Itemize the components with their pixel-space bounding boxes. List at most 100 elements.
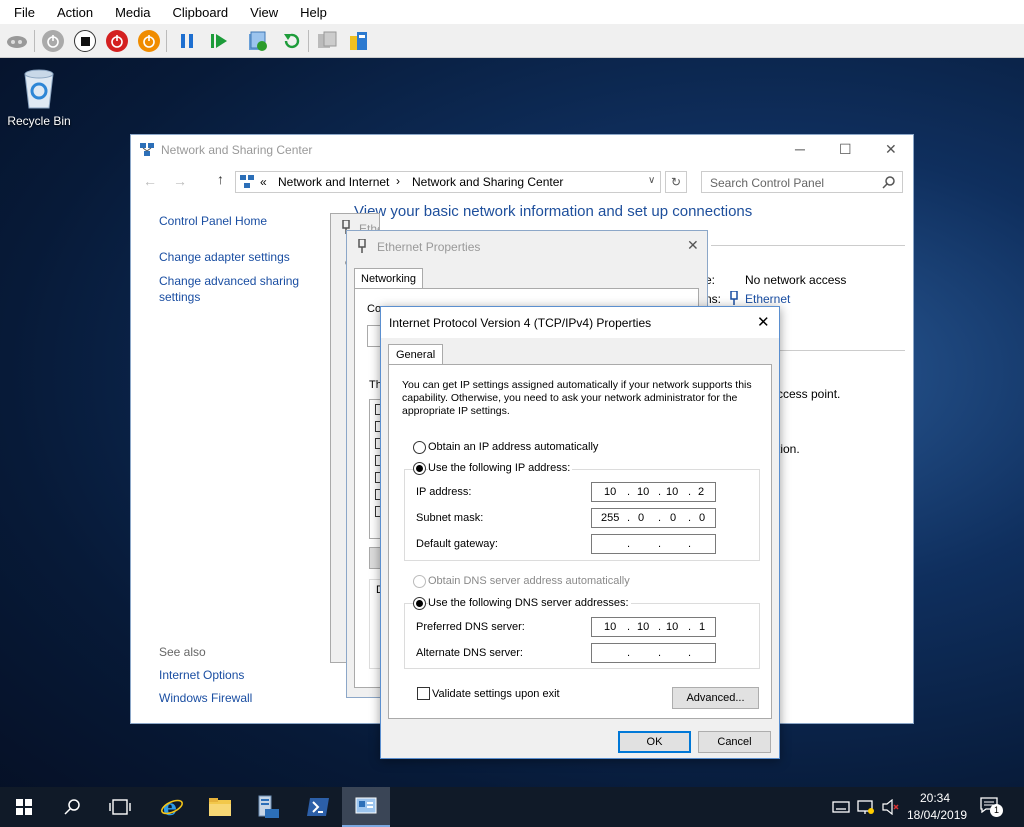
menu-view[interactable]: View <box>242 5 286 20</box>
troubleshoot-text-fragment: tion. <box>777 442 800 456</box>
internet-explorer-button[interactable]: e <box>148 787 196 827</box>
control-panel-icon <box>240 175 254 188</box>
start-vm-icon[interactable] <box>40 28 66 54</box>
recycle-bin-icon <box>24 69 54 109</box>
tab-networking[interactable]: Networking <box>354 268 424 289</box>
refresh-icon[interactable]: ↻ <box>665 171 687 193</box>
host-menubar: File Action Media Clipboard View Help <box>0 0 1024 24</box>
search-icon <box>882 176 895 189</box>
task-view-button[interactable] <box>96 787 144 827</box>
save-state-icon[interactable] <box>136 28 162 54</box>
powershell-button[interactable] <box>294 787 342 827</box>
alternate-dns-field[interactable]: ... <box>591 643 716 663</box>
internet-explorer-icon: e <box>161 795 183 819</box>
action-center-button[interactable]: 1 <box>980 797 1003 817</box>
volume-muted-icon[interactable] <box>882 799 900 815</box>
control-panel-home-link[interactable]: Control Panel Home <box>159 214 267 228</box>
ok-button[interactable]: OK <box>618 731 691 753</box>
change-adapter-settings-link[interactable]: Change adapter settings <box>159 250 290 264</box>
close-button[interactable]: ✕ <box>757 313 770 331</box>
breadcrumb-nsc[interactable]: Network and Sharing Center <box>412 175 563 189</box>
file-explorer-button[interactable] <box>196 787 244 827</box>
menu-clipboard[interactable]: Clipboard <box>165 5 237 20</box>
obtain-dns-auto-label: Obtain DNS server address automatically <box>428 575 630 587</box>
folder-icon <box>209 798 231 816</box>
ipv4-properties-dialog: Internet Protocol Version 4 (TCP/IPv4) P… <box>380 306 780 759</box>
tab-general[interactable]: General <box>388 344 444 365</box>
breadcrumb-arrow: › <box>396 174 400 188</box>
up-icon[interactable]: ↑ <box>217 171 224 187</box>
change-sharing-settings-link[interactable]: Change advanced sharing settings <box>159 273 309 305</box>
breadcrumb-network-internet[interactable]: Network and Internet <box>278 175 389 189</box>
validate-label: Validate settings upon exit <box>432 688 560 700</box>
close-button[interactable]: ✕ <box>687 237 699 254</box>
minimize-button[interactable]: ─ <box>795 141 805 157</box>
keyboard-icon[interactable] <box>832 800 850 814</box>
notification-count-badge: 1 <box>990 804 1003 817</box>
subnet-mask-field[interactable]: 255. 0. 0. 0 <box>591 508 716 528</box>
use-dns-radio[interactable] <box>413 597 426 610</box>
start-button[interactable] <box>0 787 48 827</box>
internet-options-link[interactable]: Internet Options <box>159 668 244 682</box>
menu-action[interactable]: Action <box>49 5 101 20</box>
divider <box>711 245 905 246</box>
obtain-dns-auto-radio[interactable] <box>413 575 426 588</box>
taskbar: e 20:34 18/04/2019 1 <box>0 787 1024 827</box>
checkpoint-icon[interactable] <box>244 28 270 54</box>
close-button[interactable]: ✕ <box>885 141 897 158</box>
ctrl-alt-del-icon[interactable] <box>4 28 30 54</box>
preferred-dns-label: Preferred DNS server: <box>416 621 525 633</box>
obtain-ip-auto-radio[interactable] <box>413 441 426 454</box>
ip-address-field[interactable]: 10. 10. 10. 2 <box>591 482 716 502</box>
ethernet-link[interactable]: Ethernet <box>745 292 790 306</box>
preferred-dns-field[interactable]: 10. 10. 10. 1 <box>591 617 716 637</box>
vm-connection-icon <box>355 797 377 814</box>
recycle-bin[interactable]: Recycle Bin <box>4 66 74 128</box>
server-manager-button[interactable] <box>244 787 292 827</box>
advanced-button[interactable]: Advanced... <box>672 687 759 709</box>
revert-icon[interactable] <box>278 28 304 54</box>
use-ip-radio[interactable] <box>413 462 426 475</box>
back-icon[interactable]: ← <box>143 173 157 189</box>
clock-date[interactable]: 18/04/2019 <box>907 808 967 822</box>
default-gateway-label: Default gateway: <box>416 538 498 550</box>
resume-icon[interactable] <box>206 28 232 54</box>
nsc-title: Network and Sharing Center <box>161 143 313 157</box>
menu-help[interactable]: Help <box>292 5 335 20</box>
clock-time[interactable]: 20:34 <box>920 791 950 805</box>
ethernet-properties-title: Ethernet Properties <box>377 240 481 254</box>
validate-checkbox[interactable] <box>417 687 430 700</box>
vm-connection-button[interactable] <box>342 787 390 827</box>
share-icon[interactable] <box>346 28 372 54</box>
intro-text: You can get IP settings assigned automat… <box>402 379 752 417</box>
turn-off-icon[interactable] <box>72 28 98 54</box>
network-status-icon[interactable] <box>857 799 875 815</box>
ethernet-icon <box>358 239 366 253</box>
svg-text:e: e <box>163 795 177 819</box>
address-bar[interactable]: « Network and Internet › Network and Sha… <box>235 171 661 193</box>
server-manager-icon <box>258 795 279 818</box>
windows-logo-icon <box>16 799 32 815</box>
chevron-down-icon[interactable]: ∨ <box>648 175 655 186</box>
use-dns-label: Use the following DNS server addresses: <box>428 597 631 609</box>
breadcrumb-chevrons: « <box>260 175 267 189</box>
search-button[interactable] <box>48 787 96 827</box>
shutdown-icon[interactable] <box>104 28 130 54</box>
menu-media[interactable]: Media <box>107 5 158 20</box>
subnet-mask-label: Subnet mask: <box>416 512 484 524</box>
ipv4-titlebar: Internet Protocol Version 4 (TCP/IPv4) P… <box>381 307 779 338</box>
cancel-button[interactable]: Cancel <box>698 731 771 753</box>
search-box[interactable]: Search Control Panel <box>701 171 903 193</box>
enhanced-session-icon[interactable] <box>314 28 340 54</box>
ethernet-icon <box>730 291 738 305</box>
ip-address-label: IP address: <box>416 486 472 498</box>
maximize-button[interactable]: ☐ <box>839 141 852 158</box>
access-type-value: No network access <box>745 273 847 287</box>
ipv4-title: Internet Protocol Version 4 (TCP/IPv4) P… <box>389 316 652 330</box>
pause-icon[interactable] <box>174 28 200 54</box>
windows-firewall-link[interactable]: Windows Firewall <box>159 691 252 705</box>
menu-file[interactable]: File <box>6 5 43 20</box>
powershell-icon <box>307 798 329 816</box>
default-gateway-field[interactable]: ... <box>591 534 716 554</box>
forward-icon[interactable]: → <box>173 173 187 189</box>
